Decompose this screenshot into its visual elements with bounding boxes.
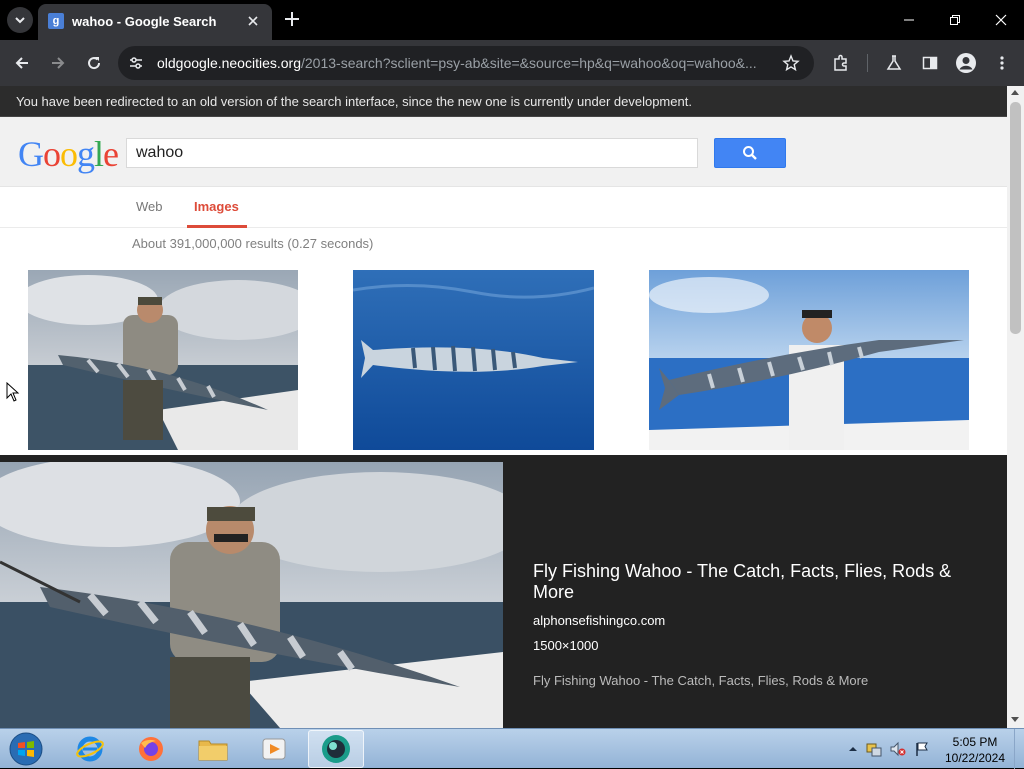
image-result-1[interactable] — [28, 270, 298, 450]
clock-date: 10/22/2024 — [944, 751, 1006, 765]
taskbar-media-player[interactable] — [246, 730, 302, 768]
google-logo[interactable]: Google — [18, 134, 119, 174]
flask-icon — [886, 55, 902, 70]
tab-search-button[interactable] — [7, 7, 33, 33]
angler-wahoo-image — [28, 270, 298, 450]
forward-button[interactable] — [46, 51, 70, 75]
page-scrollbar[interactable] — [1007, 86, 1024, 728]
reload-icon — [88, 57, 101, 70]
arrow-right-icon — [52, 57, 65, 69]
start-button[interactable] — [6, 730, 46, 768]
redirect-notice-bar: You have been redirected to an old versi… — [0, 86, 1007, 117]
site-settings-icon[interactable] — [128, 55, 144, 71]
arrow-left-icon — [15, 57, 28, 69]
action-center-flag-icon[interactable] — [914, 741, 930, 757]
network-icon[interactable] — [866, 741, 882, 757]
search-input[interactable]: wahoo — [126, 138, 698, 168]
side-panel-icon — [922, 56, 938, 70]
taskbar-file-explorer[interactable] — [185, 730, 241, 768]
close-window-button[interactable] — [978, 5, 1024, 35]
tab-title: wahoo - Google Search — [72, 14, 217, 29]
man-holding-wahoo-image — [649, 270, 969, 450]
url-host: oldgoogle.neocities.org — [157, 55, 301, 71]
taskbar-clock[interactable]: 5:05 PM 10/22/2024 — [940, 734, 1010, 766]
preview-image[interactable] — [0, 462, 503, 728]
puzzle-icon — [834, 54, 847, 71]
image-result-3[interactable] — [649, 270, 969, 450]
active-tab[interactable]: g wahoo - Google Search — [38, 4, 272, 40]
minimize-button[interactable] — [886, 5, 932, 35]
underwater-wahoo-image — [353, 270, 594, 450]
tab-web[interactable]: Web — [136, 199, 163, 214]
preview-description: Fly Fishing Wahoo - The Catch, Facts, Fl… — [533, 673, 869, 688]
media-player-icon — [262, 738, 286, 760]
extensions-button[interactable] — [829, 51, 853, 75]
preview-title[interactable]: Fly Fishing Wahoo - The Catch, Facts, Fl… — [533, 561, 973, 603]
preview-domain[interactable]: alphonsefishingco.com — [533, 613, 665, 628]
profile-avatar-icon — [956, 53, 976, 73]
tab-images[interactable]: Images — [194, 199, 239, 214]
address-bar[interactable]: oldgoogle.neocities.org/2013-search?scli… — [118, 46, 814, 80]
scroll-up-arrow-icon[interactable] — [1011, 90, 1019, 95]
restore-icon — [950, 15, 960, 25]
firefox-icon — [139, 737, 163, 761]
minimize-icon — [904, 19, 914, 21]
volume-muted-icon[interactable] — [890, 741, 906, 757]
google-favicon-icon: g — [48, 13, 64, 29]
preview-image-size: 1500×1000 — [533, 638, 599, 653]
windows-start-orb-icon — [9, 732, 43, 766]
scrollbar-thumb[interactable] — [1010, 102, 1021, 334]
back-button[interactable] — [10, 51, 34, 75]
taskbar-firefox[interactable] — [123, 730, 179, 768]
labs-button[interactable] — [882, 51, 906, 75]
reload-button[interactable] — [82, 51, 106, 75]
mouse-cursor-icon — [6, 382, 20, 402]
folder-icon — [198, 740, 228, 761]
browser-tab-strip: g wahoo - Google Search — [0, 0, 1024, 40]
kebab-menu-icon — [1000, 56, 1004, 70]
logo-letter: e — [103, 134, 119, 174]
active-tab-underline — [187, 225, 247, 228]
logo-letter: g — [77, 134, 95, 174]
browser-toolbar: oldgoogle.neocities.org/2013-search?scli… — [0, 40, 1024, 86]
search-type-tabs: Web Images — [0, 188, 1007, 228]
logo-letter: o — [43, 134, 61, 174]
result-stats: About 391,000,000 results (0.27 seconds) — [132, 236, 374, 251]
chevron-down-icon — [15, 17, 25, 24]
logo-letter: l — [94, 134, 104, 174]
redirect-notice-text: You have been redirected to an old versi… — [16, 94, 692, 109]
close-tab-icon[interactable] — [244, 12, 262, 30]
search-button[interactable] — [714, 138, 786, 168]
image-result-2[interactable] — [353, 270, 594, 450]
search-results-page: Google wahoo Web Images About 391,000,00… — [0, 117, 1007, 728]
restore-button[interactable] — [932, 5, 978, 35]
image-preview-panel: Fly Fishing Wahoo - The Catch, Facts, Fl… — [0, 455, 1007, 728]
clock-time: 5:05 PM — [952, 735, 998, 749]
search-icon — [743, 146, 757, 160]
windows-taskbar: 5:05 PM 10/22/2024 — [0, 728, 1024, 769]
show-desktop-button[interactable] — [1014, 729, 1024, 769]
side-panel-button[interactable] — [918, 51, 942, 75]
angler-wahoo-large-image — [0, 462, 503, 728]
url-path: /2013-search?sclient=psy-ab&site=&source… — [301, 55, 757, 71]
search-header: Google wahoo — [0, 117, 1007, 187]
scroll-down-arrow-icon[interactable] — [1011, 717, 1019, 722]
new-tab-icon[interactable] — [282, 9, 302, 29]
url-text[interactable]: oldgoogle.neocities.org/2013-search?scli… — [157, 55, 757, 71]
taskbar-internet-explorer[interactable] — [62, 730, 118, 768]
logo-letter: G — [18, 134, 44, 174]
close-icon — [995, 14, 1007, 26]
show-hidden-icons-icon[interactable] — [845, 741, 861, 757]
chromium-browser-icon — [322, 735, 350, 763]
menu-button[interactable] — [990, 51, 1014, 75]
logo-letter: o — [60, 134, 78, 174]
internet-explorer-icon — [76, 736, 104, 762]
profile-button[interactable] — [954, 51, 978, 75]
toolbar-divider — [867, 54, 868, 72]
bookmark-star-icon[interactable] — [782, 54, 800, 72]
taskbar-chromium-app[interactable] — [308, 730, 364, 768]
